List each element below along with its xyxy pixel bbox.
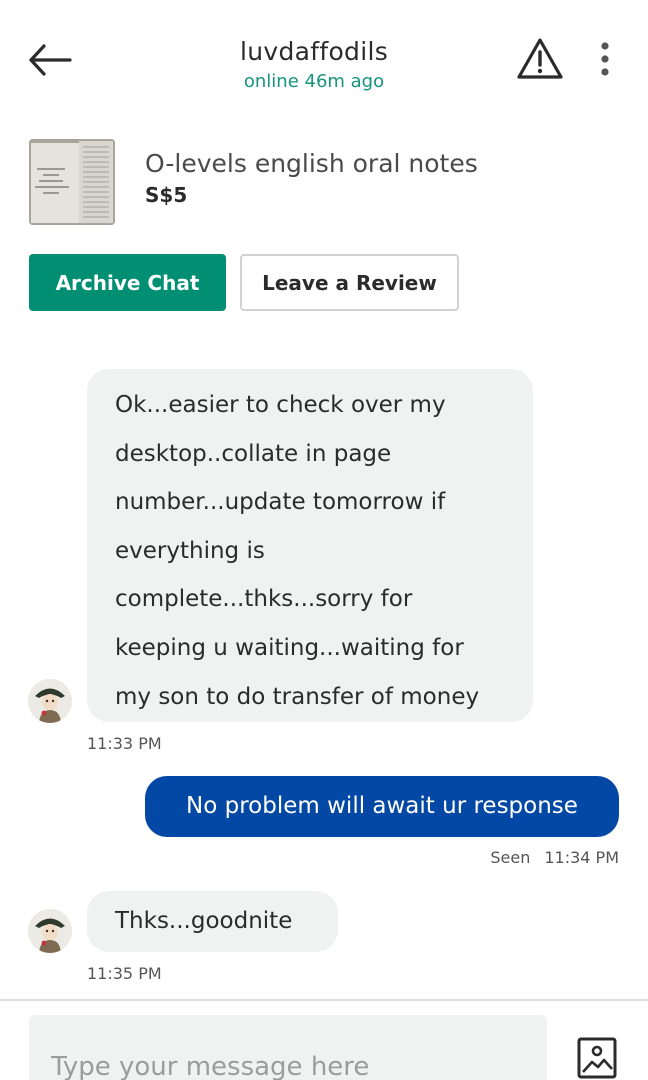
message-line: desktop..collate in page bbox=[115, 440, 392, 467]
notes-photo-thumbnail bbox=[29, 139, 115, 225]
more-options-button[interactable] bbox=[590, 40, 620, 80]
listing-thumbnail[interactable] bbox=[29, 139, 115, 225]
avatar[interactable] bbox=[28, 679, 72, 723]
message-line: everything is bbox=[115, 537, 265, 564]
message-line: keeping u waiting...waiting for bbox=[115, 634, 464, 661]
image-upload-icon bbox=[577, 1037, 617, 1079]
leave-review-button[interactable]: Leave a Review bbox=[240, 254, 459, 311]
attach-image-button[interactable] bbox=[576, 1036, 618, 1080]
listing-price: S$5 bbox=[145, 183, 188, 207]
warning-triangle-icon bbox=[517, 38, 563, 79]
message-timestamp: 11:34 PM bbox=[544, 848, 619, 867]
message-line: complete...thks...sorry for bbox=[115, 586, 413, 613]
archive-chat-button[interactable]: Archive Chat bbox=[29, 254, 226, 311]
more-vertical-icon bbox=[601, 42, 609, 76]
incoming-message-bubble: Ok...easier to check over my desktop..co… bbox=[87, 369, 533, 722]
chat-username[interactable]: luvdaffodils bbox=[150, 36, 478, 68]
seen-status: Seen bbox=[490, 848, 531, 867]
avatar-image bbox=[28, 679, 72, 723]
message-line: number...update tomorrow if bbox=[115, 489, 446, 516]
report-button[interactable] bbox=[516, 36, 564, 82]
avatar-image bbox=[28, 909, 72, 953]
composer-divider bbox=[0, 999, 648, 1001]
message-line: my son to do transfer of money bbox=[115, 683, 480, 710]
outgoing-message-bubble: No problem will await ur response bbox=[145, 776, 619, 837]
avatar[interactable] bbox=[28, 909, 72, 953]
incoming-message-bubble: Thks...goodnite bbox=[87, 891, 338, 952]
outgoing-message-meta: Seen 11:34 PM bbox=[490, 847, 619, 869]
message-input[interactable] bbox=[29, 1015, 547, 1080]
message-timestamp: 11:35 PM bbox=[87, 964, 162, 983]
arrow-left-icon bbox=[29, 44, 72, 76]
chat-header: luvdaffodils online 46m ago bbox=[150, 36, 478, 94]
listing-title[interactable]: O-levels english oral notes bbox=[145, 148, 478, 180]
online-status: online 46m ago bbox=[243, 71, 385, 92]
chat-screen: luvdaffodils online 46m ago O-levels eng… bbox=[0, 0, 648, 1080]
back-button[interactable] bbox=[26, 38, 74, 82]
message-line: Ok...easier to check over my bbox=[115, 392, 446, 418]
message-timestamp: 11:33 PM bbox=[87, 734, 162, 753]
